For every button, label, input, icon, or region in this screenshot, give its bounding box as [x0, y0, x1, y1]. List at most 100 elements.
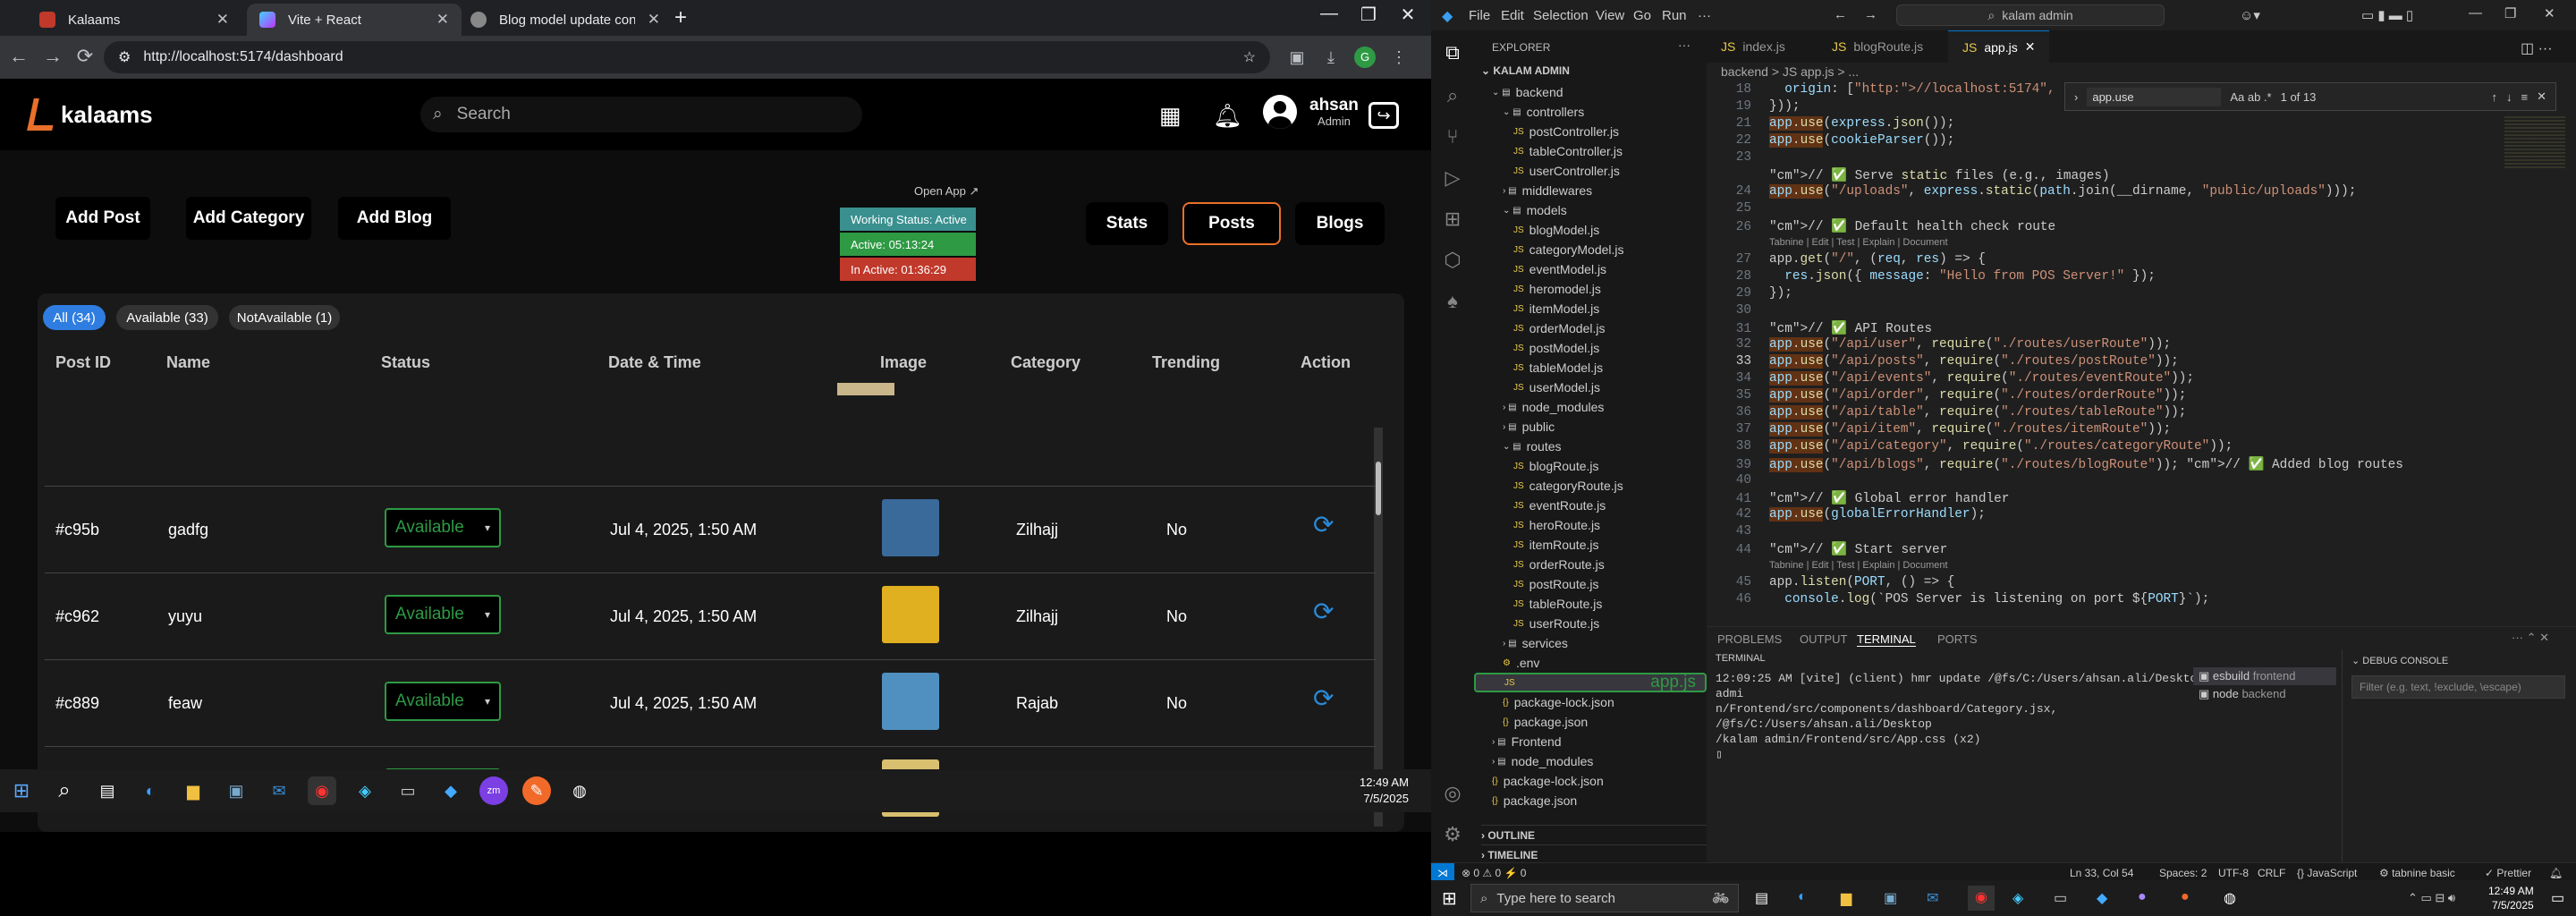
file-explorer-icon[interactable]: ▆: [179, 776, 208, 805]
explorer-item[interactable]: › ▤ node_modules: [1474, 397, 1707, 417]
language-mode[interactable]: {} JavaScript: [2297, 867, 2357, 879]
explorer-item[interactable]: JS eventRoute.js: [1474, 496, 1707, 515]
panel-tab-output[interactable]: OUTPUT: [1800, 632, 1847, 646]
vscode-blue-icon[interactable]: ◈: [351, 776, 379, 805]
reload-icon[interactable]: ⟳: [72, 45, 98, 68]
tray-icons[interactable]: ⌃ ▭ ⊟ 🔊︎: [2408, 891, 2455, 905]
store-icon[interactable]: ▣: [222, 776, 250, 805]
explorer-item[interactable]: ⌄ ▤ models: [1474, 200, 1707, 220]
code-line[interactable]: 33 app.use("/api/posts", require("./route…: [1707, 354, 2565, 371]
terminal-item-esbuild[interactable]: ▣ esbuild frontend: [2193, 667, 2336, 685]
figma-icon[interactable]: ◍: [2224, 889, 2236, 907]
site-info-icon[interactable]: ⚙: [118, 48, 131, 66]
command-center[interactable]: ⌕ kalam admin: [1896, 4, 2165, 26]
explorer-item[interactable]: JS app.js: [1474, 673, 1707, 692]
browser-tab-vite[interactable]: Vite + React ✕: [247, 4, 462, 36]
minimize-icon[interactable]: —: [2469, 5, 2482, 21]
code-line[interactable]: 31 "cm">// ✅ API Routes: [1707, 320, 2565, 337]
code-editor[interactable]: 18 origin: ["http:">//localhost:5174", "…: [1707, 82, 2576, 619]
explorer-item[interactable]: JS categoryModel.js: [1474, 240, 1707, 259]
explorer-item[interactable]: JS blogModel.js: [1474, 220, 1707, 240]
find-selection-icon[interactable]: ≡: [2521, 90, 2529, 104]
task-view-icon[interactable]: ▤: [93, 776, 122, 805]
explorer-item[interactable]: JS eventModel.js: [1474, 259, 1707, 279]
address-bar[interactable]: ⚙ http://localhost:5174/dashboard ☆: [104, 41, 1270, 73]
explorer-item[interactable]: JS heromodel.js: [1474, 279, 1707, 299]
terminal-item-node[interactable]: ▣ node backend: [2193, 685, 2336, 703]
notification-bell-icon[interactable]: 🔔︎: [1213, 102, 1242, 130]
panel-tab-terminal[interactable]: TERMINAL: [1857, 632, 1916, 647]
code-line[interactable]: 32 app.use("/api/user", require("./routes…: [1707, 337, 2565, 354]
status-select[interactable]: Available ▾: [385, 508, 501, 547]
code-line[interactable]: 39 app.use("/api/blogs", require("./route…: [1707, 456, 2565, 473]
minimize-icon[interactable]: —: [1311, 4, 1347, 24]
explorer-item[interactable]: JS itemRoute.js: [1474, 535, 1707, 555]
explorer-item[interactable]: › ▤ public: [1474, 417, 1707, 437]
find-next-icon[interactable]: ↓: [2506, 90, 2512, 104]
code-lens[interactable]: Tabnine | Edit | Test | Explain | Docume…: [1707, 558, 2565, 575]
figma-icon[interactable]: ◍: [565, 776, 594, 805]
prettier-status[interactable]: ✓ Prettier: [2485, 867, 2531, 879]
explorer-item[interactable]: {} package-lock.json: [1474, 771, 1707, 791]
file-explorer-icon[interactable]: ▆: [1841, 889, 1852, 907]
explorer-item[interactable]: › ▤ middlewares: [1474, 181, 1707, 200]
explorer-item[interactable]: › ▤ services: [1474, 633, 1707, 653]
remote-icon[interactable]: ⬡: [1440, 249, 1465, 274]
explorer-icon[interactable]: ⧉: [1440, 41, 1465, 66]
code-line[interactable]: 28 res.json({ message: "Hello from POS S…: [1707, 269, 2565, 286]
menu-selection[interactable]: Selection: [1533, 8, 1589, 23]
explorer-more-icon[interactable]: ···: [1678, 38, 1690, 52]
code-line[interactable]: 43: [1707, 524, 2565, 541]
open-app-link[interactable]: Open App ↗: [914, 184, 979, 199]
find-input[interactable]: app.use: [2087, 87, 2222, 106]
settings-gear-icon[interactable]: ⚙: [1440, 823, 1465, 848]
code-line[interactable]: 44 "cm">// ✅ Start server: [1707, 541, 2565, 558]
explorer-item[interactable]: {} package.json: [1474, 791, 1707, 810]
system-clock[interactable]: 12:49 AM 7/5/2025: [2488, 884, 2534, 912]
status-select[interactable]: Available ▾: [385, 682, 501, 721]
code-line[interactable]: 23: [1707, 150, 2565, 167]
forward-icon[interactable]: →: [39, 45, 66, 68]
explorer-item[interactable]: JS tableModel.js: [1474, 358, 1707, 377]
code-line[interactable]: 34 app.use("/api/events", require("./rout…: [1707, 371, 2565, 388]
status-select[interactable]: Available ▾: [385, 595, 501, 634]
code-line[interactable]: 29});: [1707, 286, 2565, 303]
explorer-item[interactable]: ⌄ ▤ controllers: [1474, 102, 1707, 122]
code-line[interactable]: 46 console.log(`POS Server is listening …: [1707, 592, 2565, 609]
edge-icon[interactable]: ◐: [1798, 889, 1807, 905]
code-line[interactable]: 22 app.use(cookieParser());: [1707, 133, 2565, 150]
bookmark-star-icon[interactable]: ☆: [1243, 48, 1256, 66]
postman-icon[interactable]: ✎: [522, 776, 551, 805]
explorer-item[interactable]: JS orderRoute.js: [1474, 555, 1707, 574]
brand-logo[interactable]: kalaams: [27, 97, 153, 132]
close-window-icon[interactable]: ✕: [2544, 5, 2555, 21]
split-editor-icon[interactable]: ◫ ···: [2521, 39, 2553, 57]
grid-apps-icon[interactable]: ▦: [1159, 102, 1182, 130]
mail-icon[interactable]: ✉: [1927, 889, 1938, 907]
code-line[interactable]: 42 app.use(globalErrorHandler);: [1707, 507, 2565, 524]
close-tab-icon[interactable]: ✕: [436, 11, 449, 29]
code-line[interactable]: 24 app.use("/uploads", express.static(pat…: [1707, 184, 2565, 201]
notifications-bell-icon[interactable]: 🔔︎: [2549, 867, 2563, 879]
add-category-button[interactable]: Add Category: [186, 197, 311, 240]
vscode-icon[interactable]: ◆: [436, 776, 465, 805]
menu-file[interactable]: File: [1469, 8, 1490, 23]
maximize-icon[interactable]: ❐: [1351, 4, 1386, 26]
task-view-icon[interactable]: ▤: [1755, 889, 1768, 907]
extensions-icon[interactable]: ⊞: [1440, 208, 1465, 233]
refresh-icon[interactable]: ⟳: [1313, 683, 1334, 713]
zoom-icon[interactable]: zm: [479, 776, 508, 805]
chrome-icon[interactable]: ◉: [1968, 886, 1995, 911]
postman-icon[interactable]: ●: [2181, 889, 2190, 905]
close-tab-icon[interactable]: ✕: [2025, 39, 2036, 55]
user-menu[interactable]: ahsan Admin: [1263, 95, 1359, 129]
copilot-icon[interactable]: ☺▾: [2240, 7, 2260, 23]
explorer-item[interactable]: JS heroRoute.js: [1474, 515, 1707, 535]
explorer-item[interactable]: JS postRoute.js: [1474, 574, 1707, 594]
explorer-item[interactable]: JS categoryRoute.js: [1474, 476, 1707, 496]
encoding[interactable]: UTF-8: [2218, 867, 2249, 879]
explorer-item[interactable]: ⌄ ▤ routes: [1474, 437, 1707, 456]
mail-icon[interactable]: ✉: [265, 776, 293, 805]
explorer-item[interactable]: JS postModel.js: [1474, 338, 1707, 358]
filter-all[interactable]: All (34): [43, 305, 106, 330]
